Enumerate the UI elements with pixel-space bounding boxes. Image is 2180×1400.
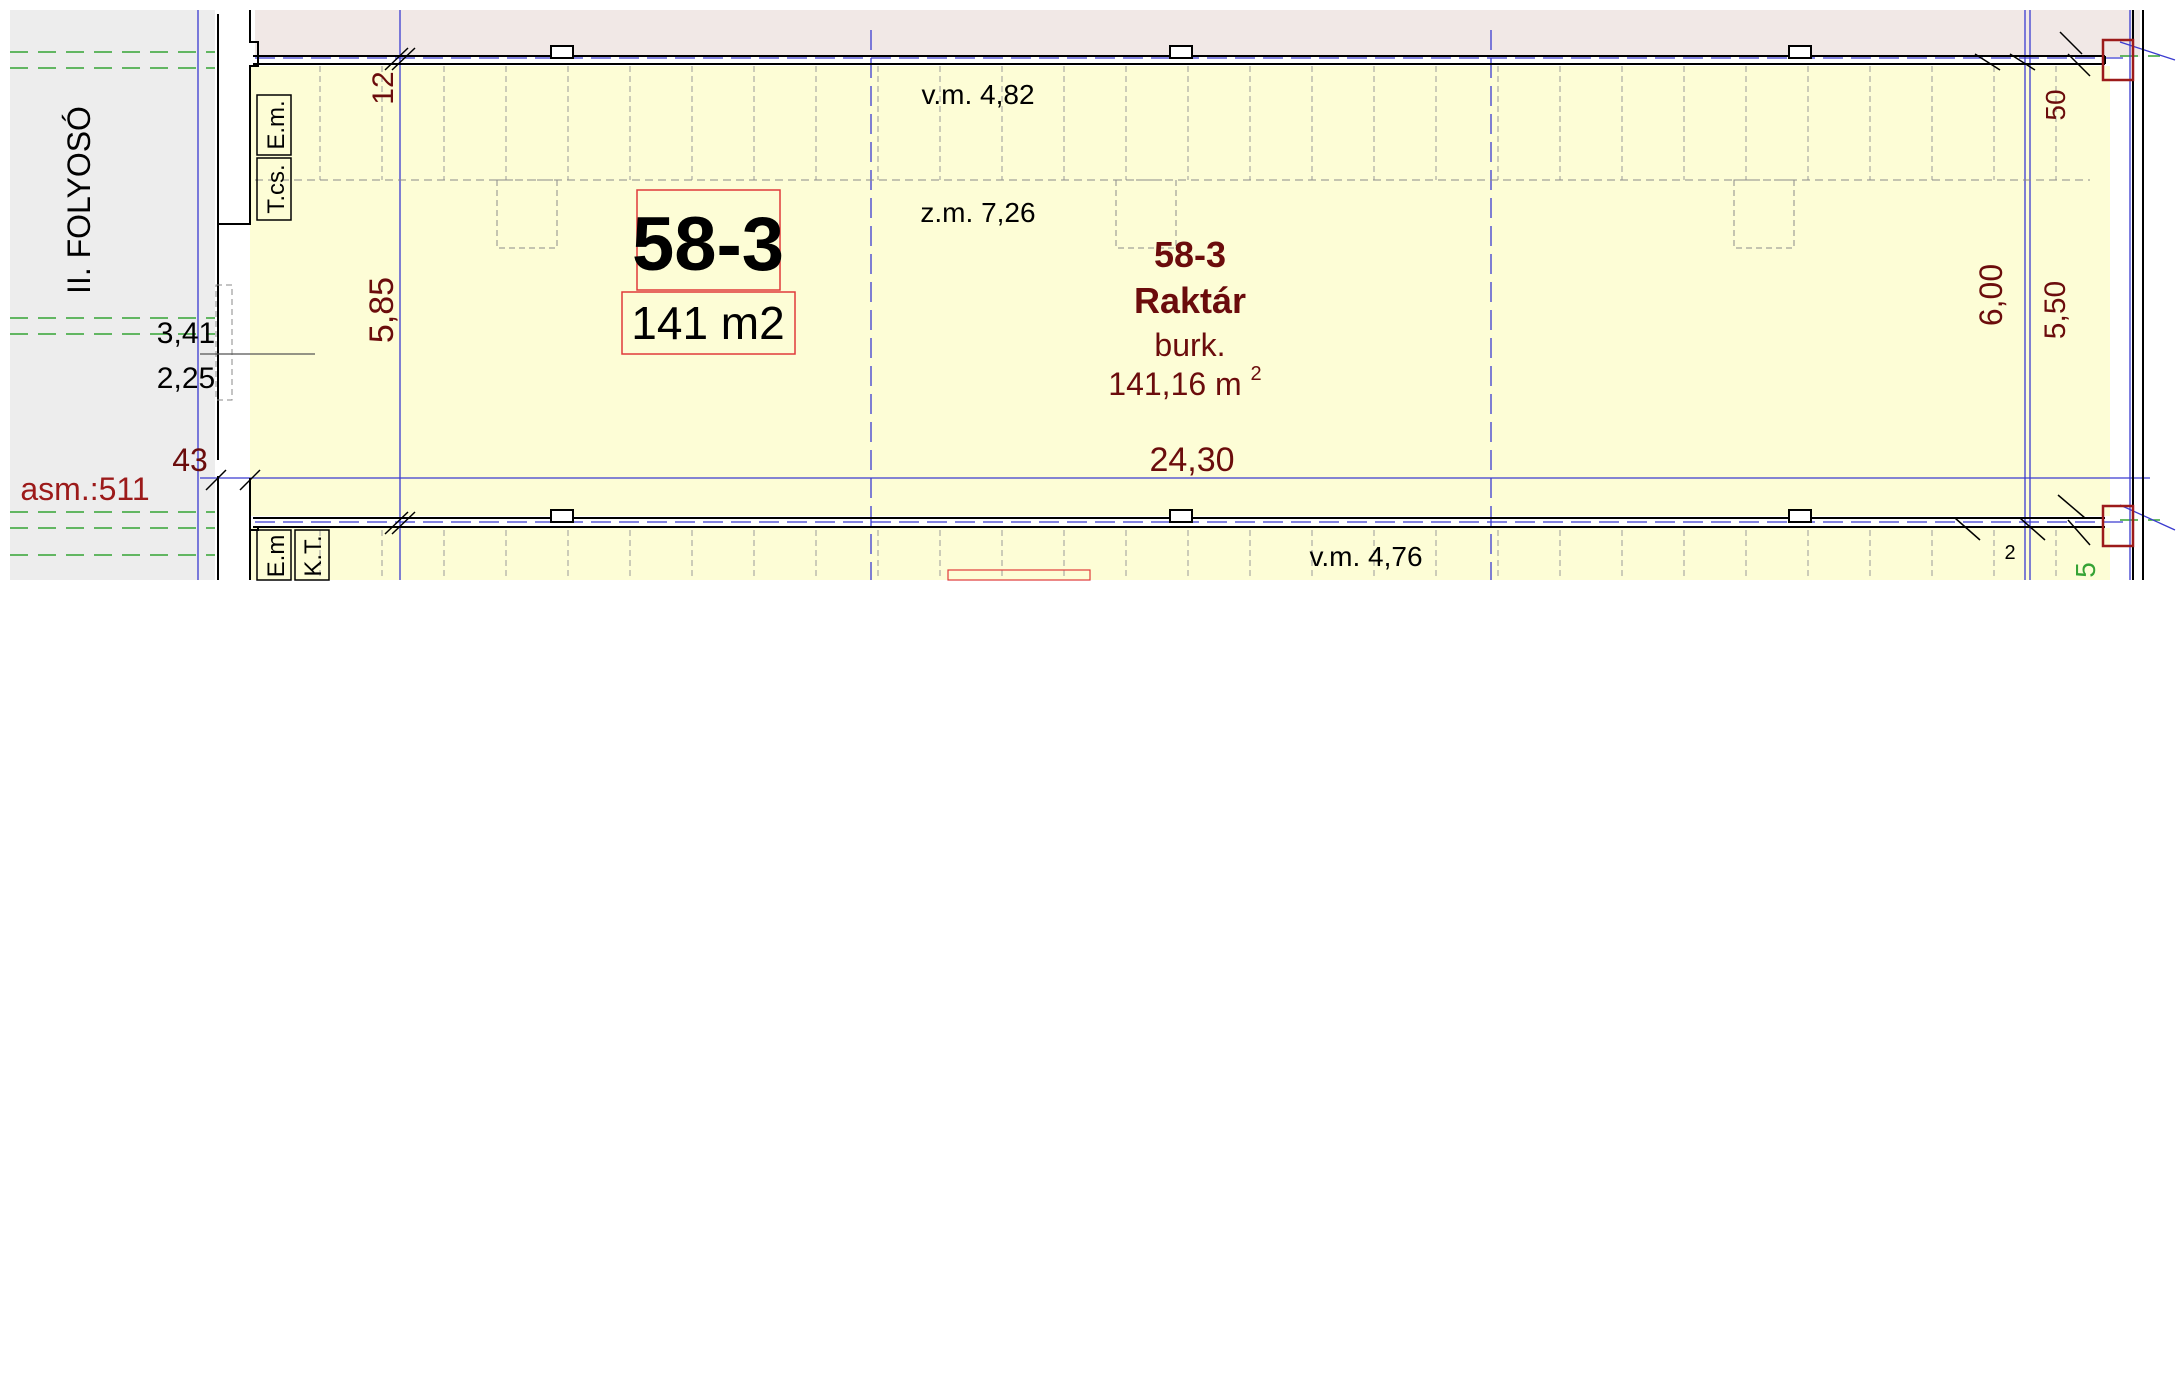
pilaster-top bbox=[550, 45, 574, 59]
room-floor-type: burk. bbox=[1154, 327, 1225, 363]
room-id-badge: 58-3 bbox=[632, 202, 784, 287]
pilaster-bottom bbox=[550, 509, 574, 523]
room-number: 58-3 bbox=[1154, 234, 1226, 275]
floor-plan: E.m. T.cs. E.m K.T. II. FOLYOSÓ 58-3 141… bbox=[10, 10, 2176, 581]
fixture-em-bottom-label: E.m bbox=[263, 535, 290, 578]
apartment-number: asm.:511 bbox=[20, 471, 149, 507]
dim-vm-top: v.m. 4,82 bbox=[921, 79, 1034, 110]
room-area-unit: 2 bbox=[1250, 363, 1261, 385]
fixture-em-top-label: E.m. bbox=[263, 100, 290, 149]
room-area-badge: 141 m2 bbox=[631, 297, 784, 349]
fixture-kt-label: K.T. bbox=[300, 535, 327, 576]
lower-room-floor bbox=[250, 528, 2110, 580]
room-name: Raktár bbox=[1134, 280, 1246, 321]
dim-wall-43: 43 bbox=[172, 442, 208, 478]
dim-right-top: 50 bbox=[2040, 89, 2071, 120]
dim-right-height-inner: 5,50 bbox=[2039, 281, 2072, 339]
pilaster-bottom bbox=[1788, 509, 1812, 523]
dim-225: 2,25 bbox=[157, 362, 215, 395]
pilaster-top bbox=[1788, 45, 1812, 59]
dim-341: 3,41 bbox=[157, 317, 215, 350]
corridor-label: II. FOLYOSÓ bbox=[61, 106, 97, 294]
dim-small-2: 2 bbox=[2004, 542, 2015, 564]
dim-top-left: 12 bbox=[367, 71, 400, 104]
dim-length: 24,30 bbox=[1149, 441, 1234, 479]
fixture-tcs-label: T.cs. bbox=[263, 164, 290, 213]
dim-zm: z.m. 7,26 bbox=[920, 197, 1035, 228]
dim-vm-bottom: v.m. 4,76 bbox=[1309, 541, 1422, 572]
room-area: 141,16 m bbox=[1108, 366, 1241, 402]
dim-small-5: 5 bbox=[2070, 562, 2101, 578]
pilaster-bottom bbox=[1169, 509, 1193, 523]
dim-right-height-outer: 6,00 bbox=[1973, 264, 2009, 326]
pilaster-top bbox=[1169, 45, 1193, 59]
dim-left-height: 5,85 bbox=[363, 277, 401, 343]
top-adjacent-area bbox=[255, 10, 2140, 57]
